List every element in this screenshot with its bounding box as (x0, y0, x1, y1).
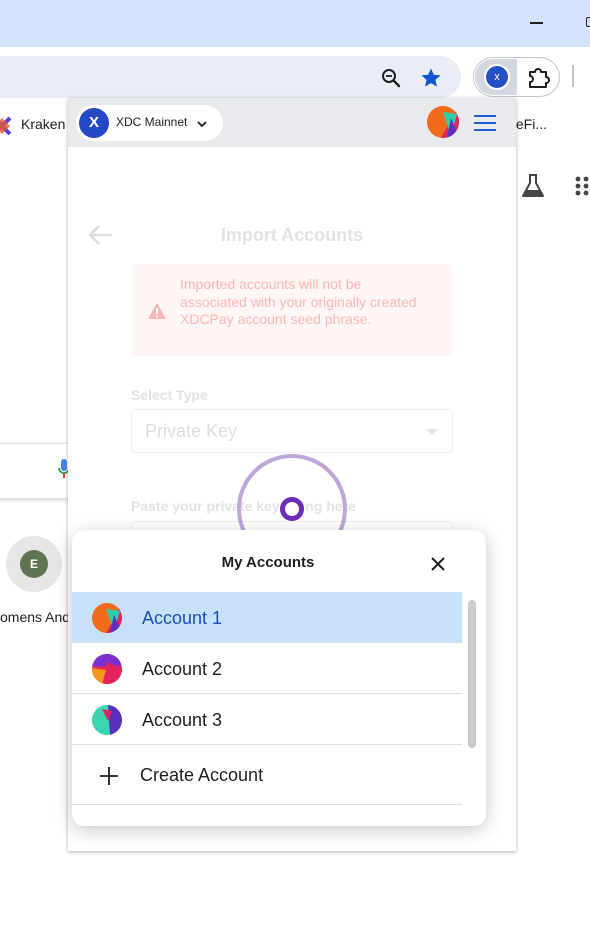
bookmark-label: Kraken (21, 116, 66, 132)
browser-title-bar (0, 0, 590, 47)
google-apps-icon[interactable] (574, 174, 590, 198)
account-avatar (92, 705, 122, 735)
kraken-logo-icon (0, 116, 12, 136)
caret-down-icon (426, 429, 438, 435)
labs-flask-icon[interactable] (520, 172, 546, 200)
import-type-select[interactable]: Private Key (131, 409, 453, 453)
my-accounts-modal: My Accounts Account 1 Account 2 Account … (72, 530, 486, 826)
shortcut-label[interactable]: omens And (0, 609, 70, 625)
account-row-1[interactable]: Account 1 (72, 592, 462, 643)
network-selector[interactable]: X XDC Mainnet (76, 105, 223, 141)
maximize-window-button[interactable] (578, 12, 590, 34)
account-avatar (92, 654, 122, 684)
extensions-group: x (473, 57, 560, 97)
account-name: Account 1 (142, 608, 223, 628)
account-name: Account 3 (142, 710, 223, 730)
loading-spinner-core (280, 497, 304, 521)
account-row-3[interactable]: Account 3 (72, 694, 462, 745)
menu-hamburger-icon[interactable] (474, 113, 498, 133)
zoom-icon[interactable] (380, 67, 402, 89)
shortcut-avatar: E (20, 550, 48, 578)
network-label: XDC Mainnet (116, 115, 188, 129)
chevron-down-icon (196, 117, 208, 129)
warning-text: Imported accounts will not be associated… (180, 276, 417, 327)
import-warning: Imported accounts will not be associated… (131, 264, 453, 356)
account-avatar (92, 603, 122, 633)
account-avatar[interactable] (427, 106, 459, 138)
accounts-scrollbar[interactable] (468, 600, 476, 748)
shortcut-tile[interactable]: E (6, 536, 62, 592)
create-account-label: Create Account (140, 765, 264, 785)
toolbar-divider (572, 65, 574, 87)
popup-header: X XDC Mainnet (68, 98, 516, 147)
close-icon[interactable] (428, 554, 448, 574)
page-title: Import Accounts (220, 225, 364, 245)
plus-icon (98, 765, 120, 787)
minimize-window-button[interactable] (522, 12, 550, 34)
xdc-logo-icon: x (484, 64, 510, 90)
create-account-button[interactable]: Create Account (72, 745, 462, 805)
xdc-network-icon: X (79, 108, 109, 138)
bookmark-tefi[interactable]: teFi... (512, 116, 547, 132)
xdcpay-extension-button[interactable]: x (475, 59, 517, 95)
bookmark-star-icon[interactable] (419, 66, 443, 90)
account-name: Account 2 (142, 659, 223, 679)
extensions-puzzle-icon[interactable] (525, 64, 551, 90)
account-row-2[interactable]: Account 2 (72, 643, 462, 694)
import-type-value: Private Key (145, 421, 238, 441)
modal-title: My Accounts (221, 554, 315, 571)
warning-icon (147, 302, 167, 320)
select-type-label: Select Type (131, 387, 208, 403)
